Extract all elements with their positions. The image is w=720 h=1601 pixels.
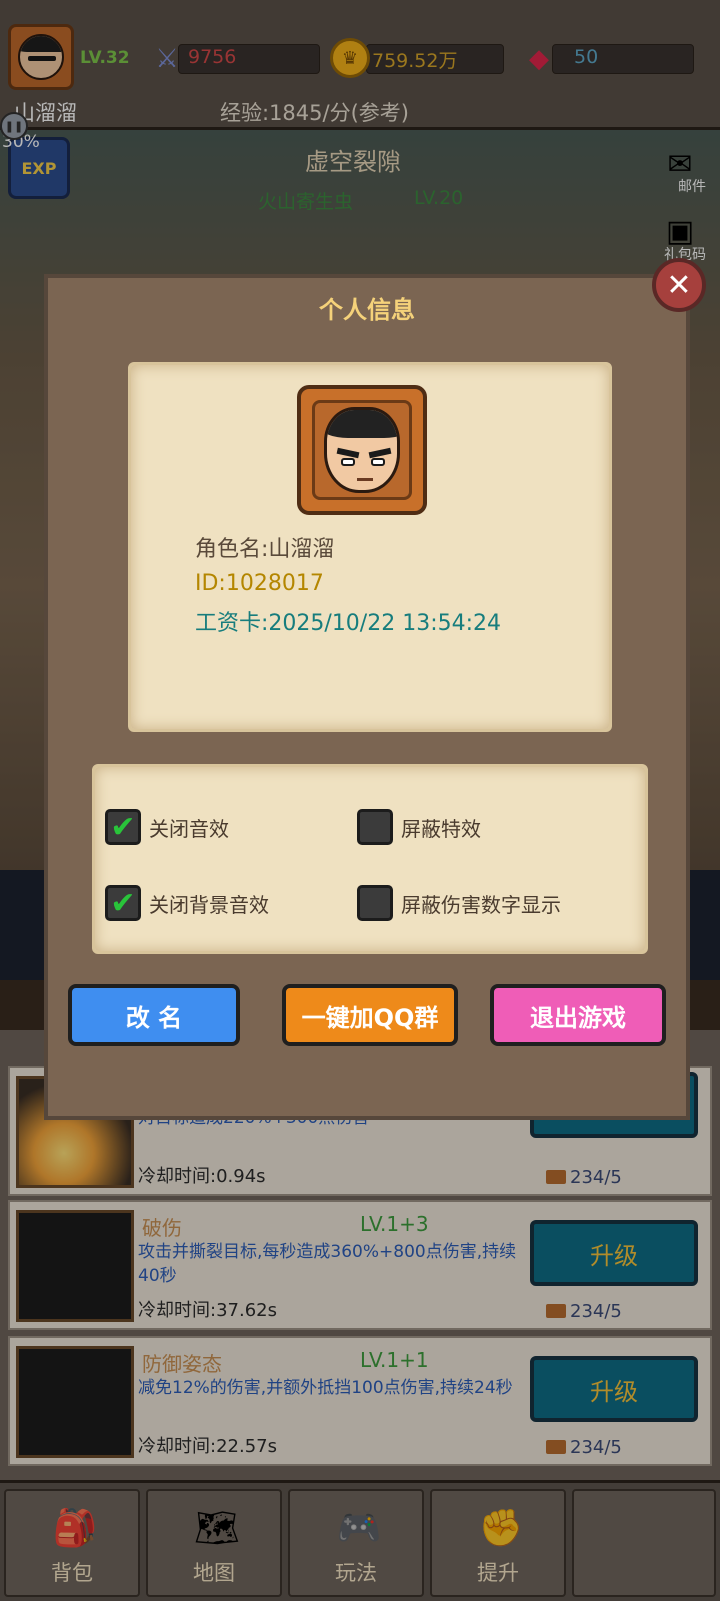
rename-button[interactable]: 改 名 (68, 984, 240, 1046)
option-mute-bgm[interactable]: ✔ 关闭背景音效 (105, 885, 269, 921)
join-qq-group-button[interactable]: 一键加QQ群 (282, 984, 458, 1046)
option-mute-sfx[interactable]: ✔ 关闭音效 (105, 809, 229, 845)
profile-card: 角色名:山溜溜 ID:1028017 工资卡:2025/10/22 13:54:… (128, 362, 612, 732)
salary-card: 工资卡:2025/10/22 13:54:24 (195, 611, 502, 636)
checkbox-checked[interactable]: ✔ (105, 885, 141, 921)
player-id: ID:1028017 (195, 571, 324, 596)
portrait-frame[interactable] (297, 385, 427, 515)
portrait-inner (312, 400, 412, 500)
option-label: 关闭音效 (149, 816, 229, 841)
option-hide-damage-numbers[interactable]: 屏蔽伤害数字显示 (357, 885, 561, 921)
dialog-title: 个人信息 (319, 296, 415, 324)
close-icon[interactable]: ✕ (652, 258, 706, 312)
option-hide-effects[interactable]: 屏蔽特效 (357, 809, 481, 845)
checkbox-unchecked[interactable] (357, 885, 393, 921)
settings-card: ✔ 关闭音效 屏蔽特效 ✔ 关闭背景音效 屏蔽伤害数字显示 (92, 764, 648, 954)
exit-game-button[interactable]: 退出游戏 (490, 984, 666, 1046)
checkbox-unchecked[interactable] (357, 809, 393, 845)
hero-face-icon (324, 407, 400, 493)
option-label: 关闭背景音效 (149, 892, 269, 917)
checkbox-checked[interactable]: ✔ (105, 809, 141, 845)
role-name: 角色名:山溜溜 (195, 537, 335, 562)
option-label: 屏蔽伤害数字显示 (401, 892, 561, 917)
profile-dialog: 个人信息 角色名:山溜溜 ID:1028017 工资卡:2025/10/22 1… (44, 274, 690, 1120)
option-label: 屏蔽特效 (401, 816, 481, 841)
